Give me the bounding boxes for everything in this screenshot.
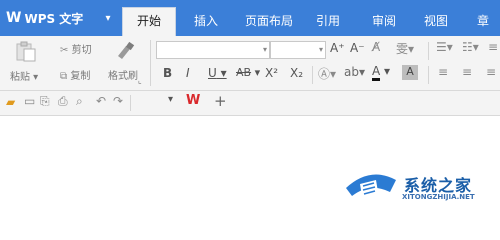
text-effect-icon[interactable]: Ⓐ▾ <box>318 65 336 82</box>
print-preview-icon[interactable]: ⌕ <box>76 94 83 109</box>
customize-toolbar-dropdown-icon[interactable]: ▾ <box>168 94 173 105</box>
character-shading-icon[interactable]: A <box>402 65 418 80</box>
clear-format-icon[interactable]: A̸ <box>372 40 380 54</box>
quick-access-toolbar: ▰ ▭ ⎘ ⎙ ⌕ ↶ ↷ ▾ W + <box>0 91 500 116</box>
undo-icon[interactable]: ↶ <box>96 94 106 108</box>
align-left-icon[interactable]: ≡ <box>438 65 448 79</box>
strikethrough-button[interactable]: AB ▾ <box>236 66 260 79</box>
ribbon-home: 粘贴 ▾ ✂ 剪切 ⧉ 复制 格式刷 ⌞ ▾ ▾ A⁺ A⁻ A̸ 雯▾ ☰▾ … <box>0 36 500 91</box>
separator <box>428 66 429 84</box>
outdent-icon[interactable]: ≡ <box>488 40 498 54</box>
paste-icon[interactable] <box>14 40 38 62</box>
redo-icon[interactable]: ↷ <box>113 94 123 108</box>
open-folder-icon[interactable]: ▰ <box>6 95 15 109</box>
wps-document-tab-icon[interactable]: W <box>186 93 200 108</box>
copy-button[interactable]: ⧉ 复制 <box>60 67 90 82</box>
tab-page-layout[interactable]: 页面布局 <box>236 8 302 36</box>
tab-references[interactable]: 引用 <box>308 8 348 36</box>
site-logo-icon <box>340 162 400 206</box>
tab-view[interactable]: 视图 <box>414 8 458 36</box>
separator <box>150 40 151 86</box>
font-size-combo[interactable]: ▾ <box>270 41 326 59</box>
shrink-font-button[interactable]: A⁻ <box>350 41 365 55</box>
bullets-icon[interactable]: ☰▾ <box>436 40 453 54</box>
tab-insert[interactable]: 插入 <box>184 8 228 36</box>
tab-review[interactable]: 审阅 <box>364 8 404 36</box>
tab-home[interactable]: 开始 <box>122 7 176 37</box>
paste-button-label[interactable]: 粘贴 ▾ <box>10 68 38 83</box>
highlight-icon[interactable]: ab▾ <box>344 65 365 79</box>
new-tab-button[interactable]: + <box>214 92 227 110</box>
format-painter-icon[interactable] <box>112 40 136 62</box>
app-menu-dropdown-icon[interactable]: ▾ <box>100 8 116 28</box>
align-center-icon[interactable]: ≡ <box>462 65 472 79</box>
grow-font-button[interactable]: A⁺ <box>330 41 345 55</box>
bold-button[interactable]: B <box>163 66 172 80</box>
separator <box>312 66 313 84</box>
format-painter-label[interactable]: 格式刷 <box>108 67 138 82</box>
separator <box>130 95 131 111</box>
watermark-url: XITONGZHIJIA.NET <box>402 193 475 201</box>
separator <box>428 42 429 60</box>
phonetic-guide-icon[interactable]: 雯▾ <box>396 40 414 57</box>
app-menu-label: WPS 文字 <box>24 11 84 26</box>
underline-button[interactable]: U ▾ <box>208 66 227 80</box>
scissors-icon: ✂ <box>60 45 69 56</box>
save-as-icon[interactable]: ⎘ <box>40 94 50 109</box>
tab-chapter[interactable]: 章 <box>468 8 498 36</box>
cut-button[interactable]: ✂ 剪切 <box>60 41 92 56</box>
align-right-icon[interactable]: ≡ <box>486 65 496 79</box>
subscript-button[interactable]: X₂ <box>290 66 303 80</box>
numbering-icon[interactable]: ☷▾ <box>462 40 479 54</box>
wps-logo-icon: W <box>6 10 21 26</box>
italic-button[interactable]: I <box>186 66 190 80</box>
copy-icon: ⧉ <box>60 71 68 82</box>
font-color-button[interactable]: A ▾ <box>372 64 390 81</box>
save-icon[interactable]: ▭ <box>24 94 35 108</box>
font-name-combo[interactable]: ▾ <box>156 41 270 59</box>
clipboard-launcher-icon[interactable]: ⌞ <box>138 76 142 85</box>
print-icon[interactable]: ⎙ <box>58 94 68 109</box>
superscript-button[interactable]: X² <box>265 66 278 80</box>
wps-app-menu-button[interactable]: W WPS 文字 <box>6 6 83 30</box>
